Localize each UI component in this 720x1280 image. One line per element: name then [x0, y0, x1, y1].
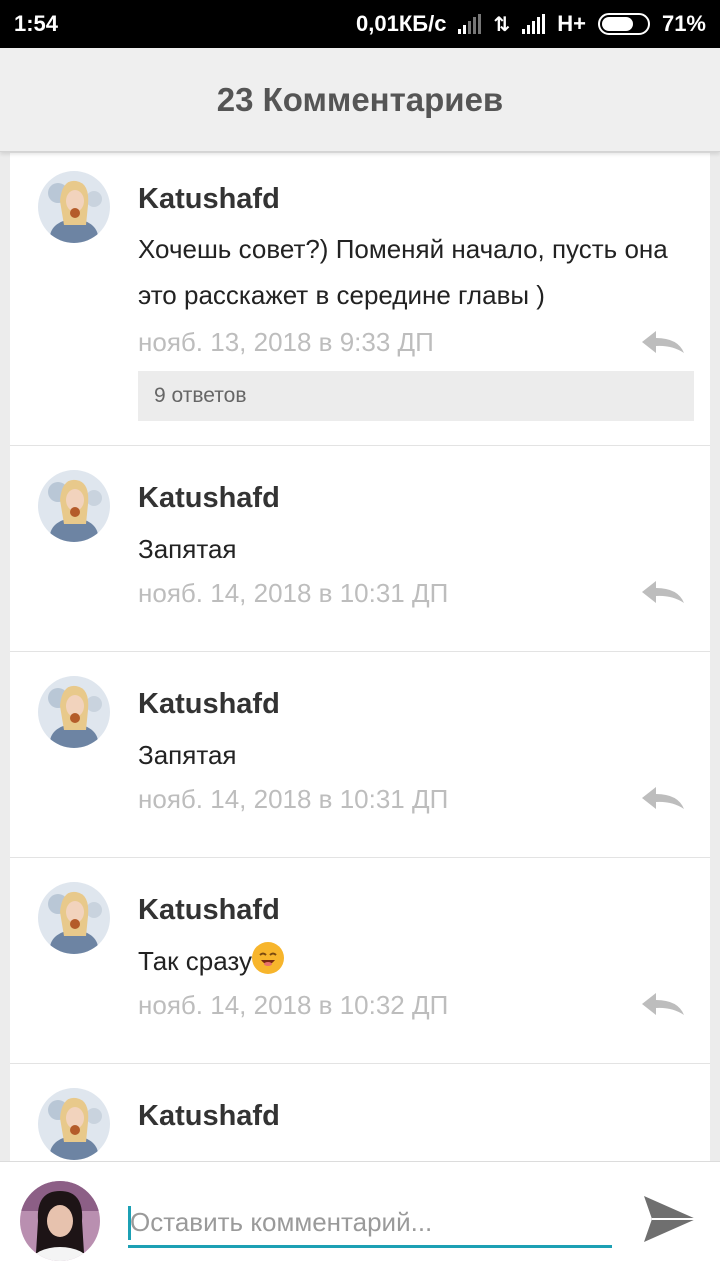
- data-arrows-icon: ⇅: [493, 13, 511, 36]
- comment-date: нояб. 13, 2018 в 9:33 ДП: [138, 327, 434, 357]
- comment-author[interactable]: Katushafd: [138, 1100, 280, 1133]
- avatar[interactable]: [38, 882, 110, 954]
- avatar[interactable]: [38, 171, 110, 243]
- comment-date: нояб. 14, 2018 в 10:31 ДП: [138, 578, 449, 608]
- comment-author[interactable]: Katushafd: [138, 183, 280, 216]
- comment-item: Katushafd: [10, 1064, 710, 1161]
- battery-icon: [597, 13, 650, 35]
- avatar[interactable]: [38, 470, 110, 542]
- reply-icon[interactable]: [640, 991, 686, 1017]
- status-bar: 1:54 0,01КБ/с ⇅ H+ 71%: [0, 0, 720, 48]
- comment-list[interactable]: Katushafd Хочешь совет?) Поменяй начало,…: [10, 153, 710, 1161]
- battery-percent: 71%: [661, 11, 706, 36]
- current-user-avatar[interactable]: [20, 1181, 100, 1261]
- comment-text: Так сразу: [138, 938, 683, 984]
- page-title: 23 Комментариев: [216, 80, 504, 118]
- smiling-face-emoji-icon: [252, 942, 285, 974]
- comment-item: Katushafd Так сразу нояб. 14, 2018 в 10:…: [10, 858, 710, 1064]
- comment-date: нояб. 14, 2018 в 10:31 ДП: [138, 784, 449, 814]
- comment-input-bar: [0, 1161, 720, 1280]
- network-speed: 0,01КБ/с: [356, 11, 447, 36]
- comment-text: Запятая: [138, 534, 237, 564]
- cell-signal-icon: [522, 14, 546, 34]
- comment-input[interactable]: [128, 1200, 612, 1248]
- comment-author[interactable]: Katushafd: [138, 688, 280, 721]
- comment-author[interactable]: Katushafd: [138, 894, 280, 927]
- reply-icon[interactable]: [640, 579, 686, 605]
- comment-item: Katushafd Хочешь совет?) Поменяй начало,…: [10, 153, 710, 446]
- send-button[interactable]: [640, 1190, 698, 1248]
- status-time: 1:54: [14, 11, 59, 36]
- comment-item: Katushafd Запятая нояб. 14, 2018 в 10:31…: [10, 446, 710, 652]
- comment-author[interactable]: Katushafd: [138, 482, 280, 515]
- comment-text-content: Так сразу: [138, 946, 253, 976]
- comment-text: Хочешь совет?) Поменяй начало, пусть она…: [138, 234, 668, 310]
- send-icon: [644, 1196, 696, 1242]
- wifi-signal-icon: [458, 14, 482, 34]
- comment-date: нояб. 14, 2018 в 10:32 ДП: [138, 990, 449, 1020]
- avatar[interactable]: [38, 1088, 110, 1160]
- comment-item: Katushafd Запятая нояб. 14, 2018 в 10:31…: [10, 652, 710, 858]
- reply-icon[interactable]: [640, 329, 686, 355]
- reply-icon[interactable]: [640, 785, 686, 811]
- comments-header: 23 Комментариев: [0, 48, 720, 152]
- avatar[interactable]: [38, 676, 110, 748]
- replies-button[interactable]: 9 ответов: [138, 371, 694, 421]
- network-type: H+: [557, 11, 586, 36]
- comment-text: Запятая: [138, 740, 237, 770]
